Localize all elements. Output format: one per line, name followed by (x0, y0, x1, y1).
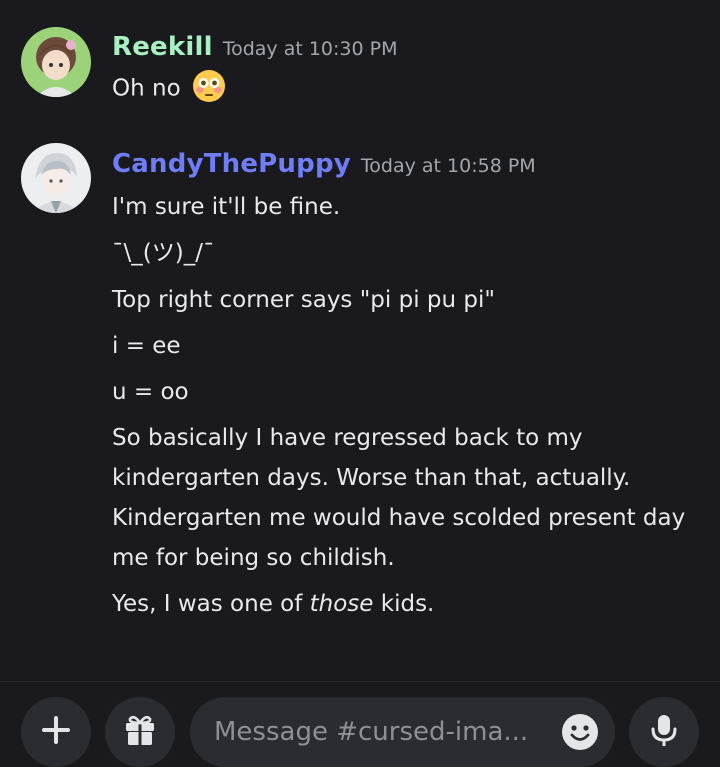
plus-icon (38, 712, 74, 752)
gift-button[interactable] (105, 697, 175, 767)
author-name[interactable]: Reekill (112, 32, 213, 62)
message-composer: Message #cursed-ima... (0, 682, 720, 767)
emphasis-text: those (309, 591, 374, 617)
avatar-candythepuppy[interactable] (21, 143, 91, 213)
timestamp: Today at 10:58 PM (360, 155, 536, 177)
text-part: Yes, I was one of (112, 591, 310, 617)
message-content: Oh no (112, 69, 226, 106)
author-name[interactable]: CandyThePuppy (112, 149, 351, 179)
message-paragraph: So basically I have regressed back to my… (112, 425, 686, 571)
message-line: I'm sure it'll be fine. (112, 194, 341, 220)
message-line: Yes, I was one of those kids. (112, 588, 434, 620)
message-header: Reekill Today at 10:30 PM (112, 32, 398, 62)
add-attachment-button[interactable] (21, 697, 91, 767)
message-text: Oh no (112, 75, 181, 102)
avatar-reekill[interactable] (21, 27, 91, 97)
message-header: CandyThePuppy Today at 10:58 PM (112, 149, 536, 179)
message-line: u = oo (112, 379, 189, 405)
message-line: Top right corner says "pi pi pu pi" (112, 287, 495, 313)
message-line: i = ee (112, 333, 181, 359)
microphone-icon (646, 712, 682, 752)
message-input[interactable]: Message #cursed-ima... (190, 697, 615, 767)
text-part: kids. (373, 591, 435, 617)
emoji-picker-icon[interactable] (561, 713, 599, 751)
flushed-face-icon (192, 69, 226, 103)
voice-message-button[interactable] (629, 697, 699, 767)
message-line: ¯\_(ツ)_/¯ (112, 240, 215, 266)
message-input-placeholder: Message #cursed-ima... (214, 717, 529, 747)
gift-icon (122, 712, 158, 752)
timestamp: Today at 10:30 PM (222, 38, 398, 60)
